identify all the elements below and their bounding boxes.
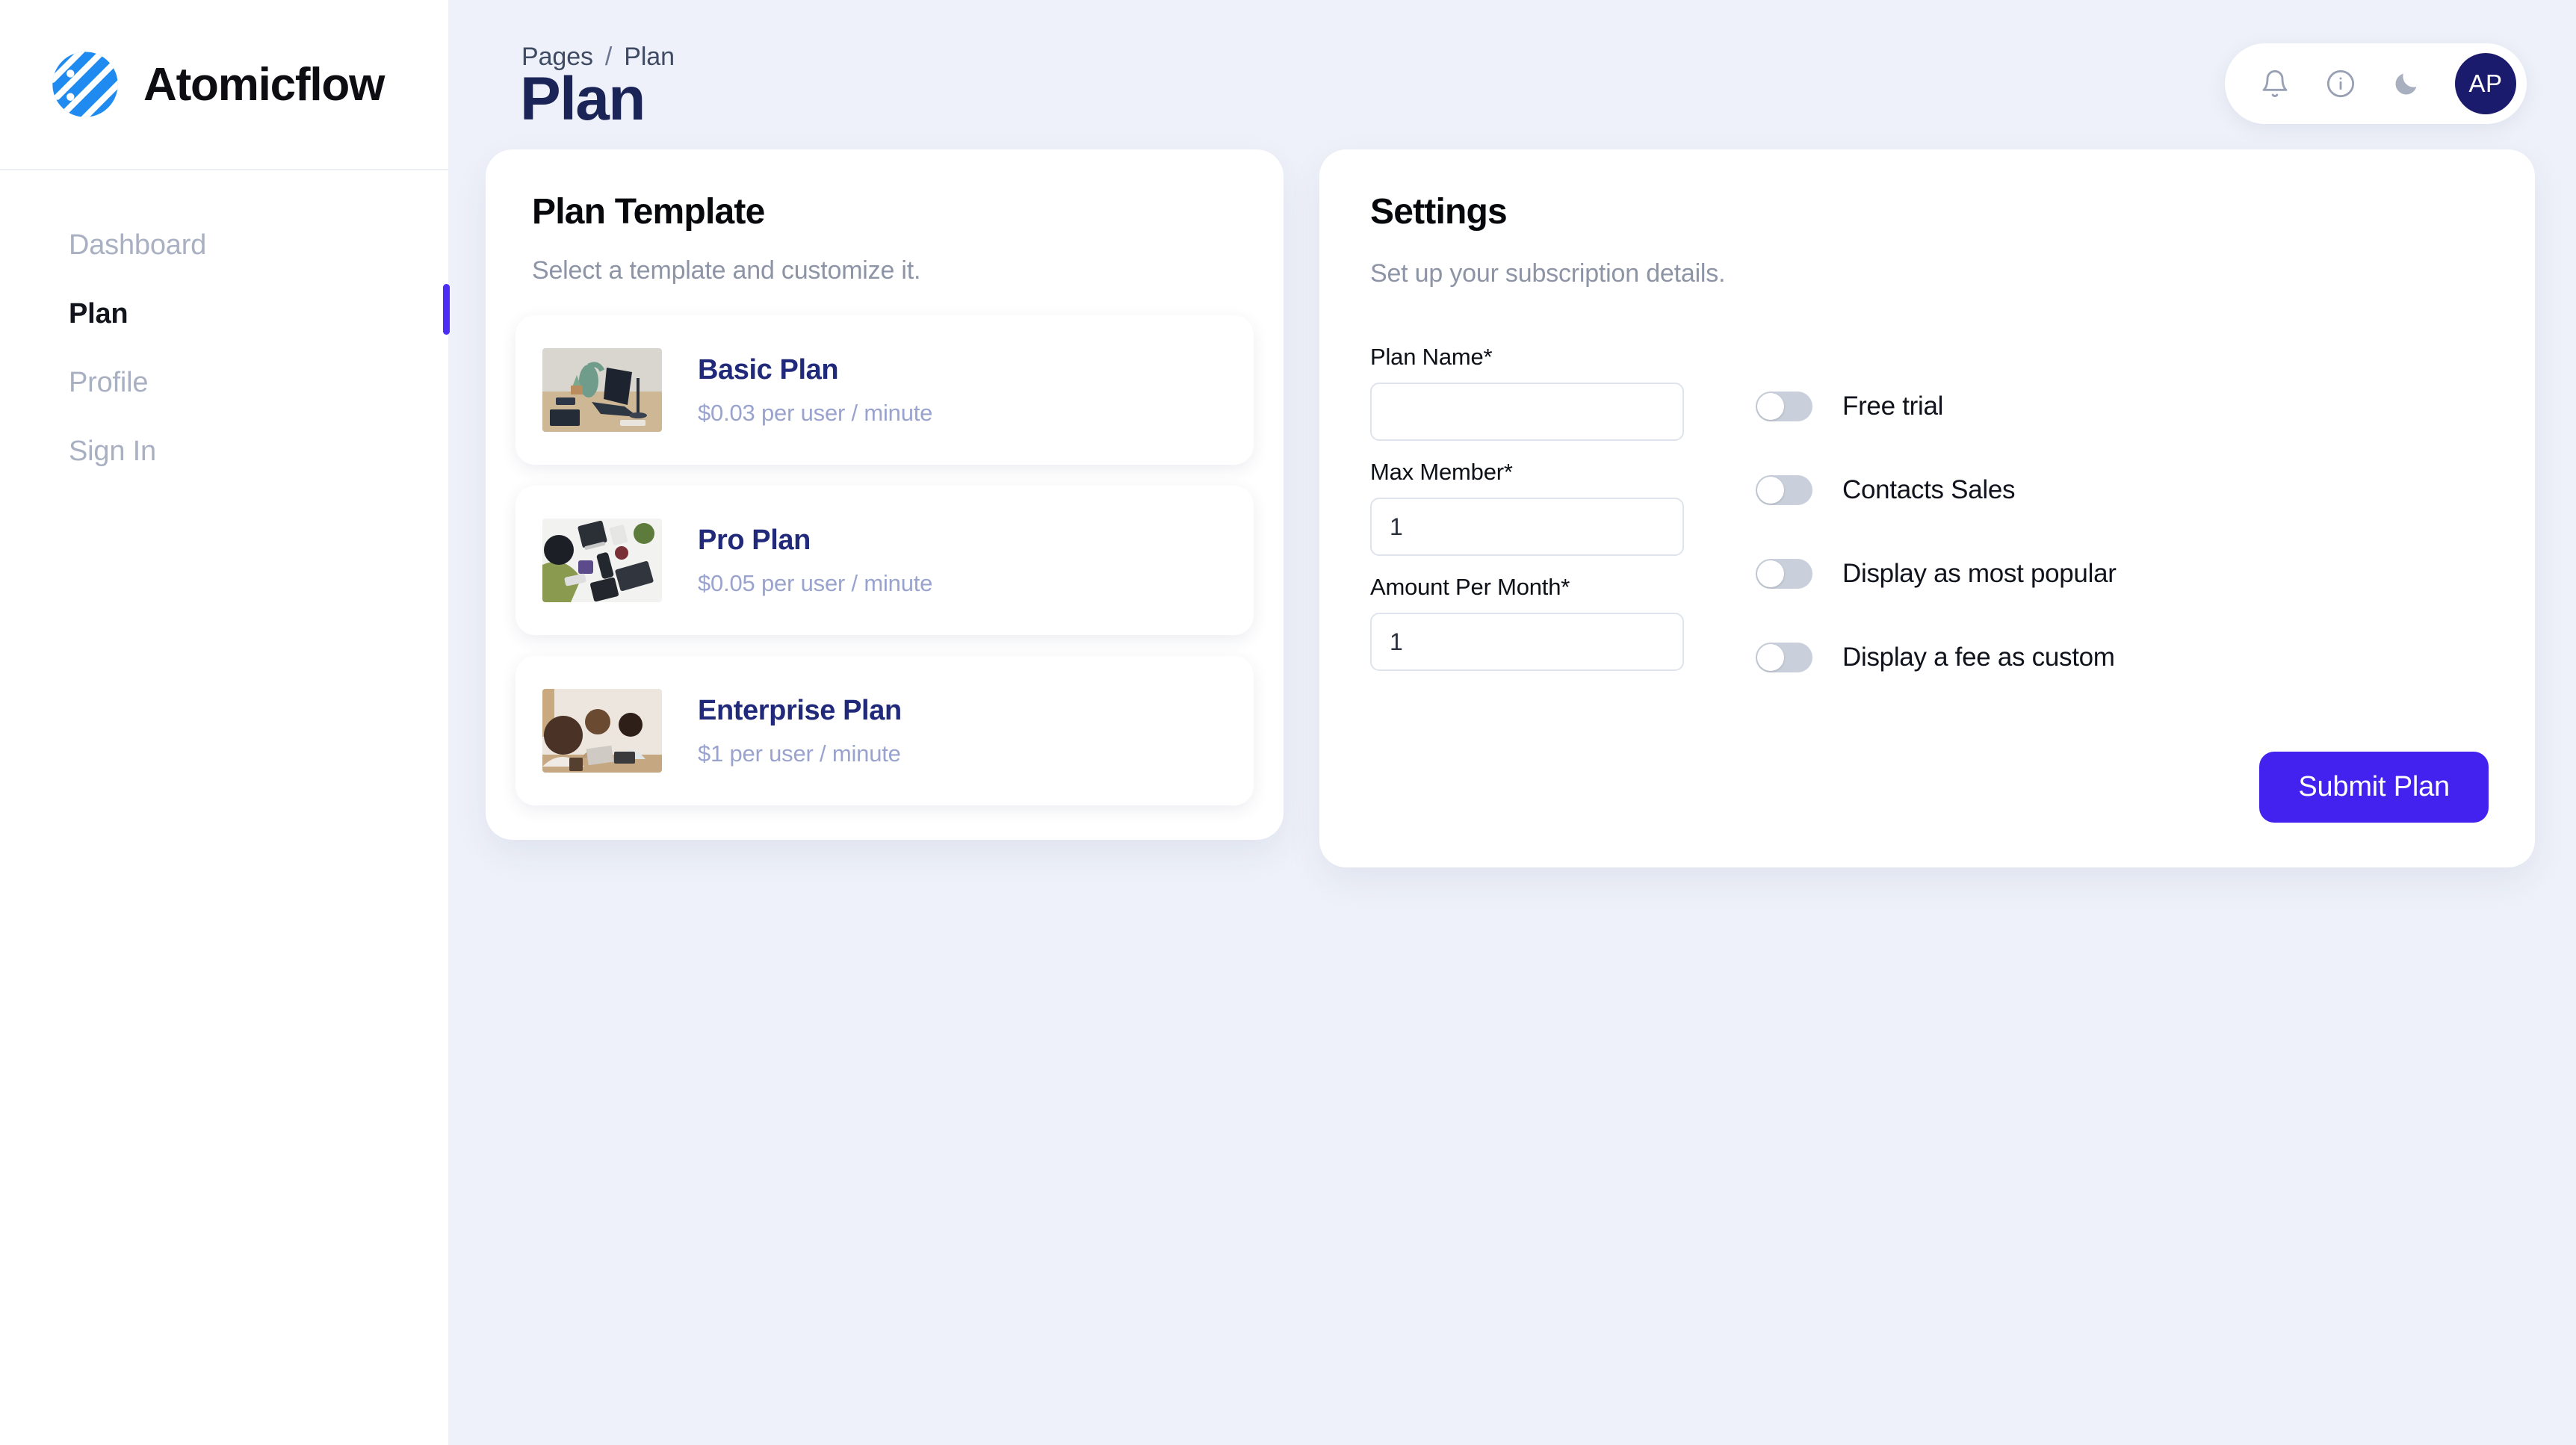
plan-price: $0.03 per user / minute	[698, 399, 933, 426]
gadgets-flatlay-photo	[542, 519, 662, 602]
toggle-label: Display as most popular	[1842, 559, 2117, 588]
brand-header[interactable]: Atomicflow	[0, 0, 448, 170]
settings-toggles: Free trial Contacts Sales Display as mos…	[1729, 344, 2496, 699]
active-indicator	[443, 284, 450, 335]
plan-template-title: Plan Template	[532, 192, 765, 232]
page-title: Plan	[520, 65, 645, 133]
plan-text: Basic Plan $0.03 per user / minute	[698, 354, 932, 427]
plan-name: Basic Plan	[698, 353, 839, 386]
panels-container: Plan Template Select a template and cust…	[486, 149, 2535, 867]
settings-fields: Plan Name* Max Member* Amount Per Month*	[1349, 344, 1729, 699]
plan-price: $1 per user / minute	[698, 740, 901, 767]
settings-title: Settings	[1370, 192, 1508, 232]
toggle-contacts-sales[interactable]	[1756, 475, 1812, 505]
settings-card: Settings Set up your subscription detail…	[1319, 149, 2535, 867]
sidebar-item-label: Profile	[69, 366, 149, 398]
main-content: Pages / Plan Plan AP Plan Template Selec…	[448, 0, 2576, 1445]
toggle-display-fee-custom[interactable]	[1756, 643, 1812, 672]
sidebar-item-label: Dashboard	[69, 229, 207, 261]
plan-list: Basic Plan $0.03 per user / minute Pro P…	[515, 315, 1254, 805]
workspace-desk-photo	[542, 348, 662, 432]
plan-option-basic[interactable]: Basic Plan $0.03 per user / minute	[515, 315, 1254, 465]
avatar-initials: AP	[2468, 69, 2503, 97]
sidebar-nav: Dashboard Plan Profile Sign In	[0, 170, 450, 486]
toggle-knob	[1757, 477, 1784, 504]
toggle-free-trial[interactable]	[1756, 392, 1812, 421]
bell-icon[interactable]	[2258, 66, 2292, 101]
submit-row: Submit Plan	[1349, 752, 2496, 823]
toggle-row-most-popular: Display as most popular	[1756, 532, 2496, 616]
app-root: Atomicflow Dashboard Plan Profile Sign I…	[0, 0, 2576, 1445]
plan-name: Enterprise Plan	[698, 694, 902, 726]
toggle-row-fee-custom: Display a fee as custom	[1756, 616, 2496, 699]
plan-option-pro[interactable]: Pro Plan $0.05 per user / minute	[515, 486, 1254, 635]
max-member-label: Max Member*	[1370, 459, 1513, 485]
toggle-label: Contacts Sales	[1842, 475, 2016, 504]
field-amount-per-month: Amount Per Month*	[1370, 574, 1729, 671]
amount-per-month-input[interactable]	[1370, 613, 1684, 671]
team-meeting-photo	[542, 689, 662, 773]
plan-name-label: Plan Name*	[1370, 344, 1493, 370]
sidebar-item-profile[interactable]: Profile	[0, 348, 448, 417]
plan-option-enterprise[interactable]: Enterprise Plan $1 per user / minute	[515, 656, 1254, 805]
info-circle-icon[interactable]	[2323, 66, 2358, 101]
plan-template-card: Plan Template Select a template and cust…	[486, 149, 1284, 840]
plan-template-subtitle: Select a template and customize it.	[532, 256, 921, 285]
avatar[interactable]: AP	[2455, 53, 2516, 114]
submit-plan-button[interactable]: Submit Plan	[2259, 752, 2489, 823]
plan-text: Enterprise Plan $1 per user / minute	[698, 695, 902, 767]
plan-name: Pro Plan	[698, 524, 811, 556]
toggle-display-most-popular[interactable]	[1756, 559, 1812, 589]
plan-price: $0.05 per user / minute	[698, 569, 933, 596]
plan-text: Pro Plan $0.05 per user / minute	[698, 525, 932, 597]
field-max-member: Max Member*	[1370, 459, 1729, 556]
sidebar-item-label: Sign In	[69, 435, 156, 467]
toggle-row-contacts-sales: Contacts Sales	[1756, 448, 2496, 532]
max-member-input[interactable]	[1370, 498, 1684, 556]
sidebar-item-label: Plan	[69, 297, 129, 329]
plan-name-input[interactable]	[1370, 383, 1684, 441]
toggle-label: Free trial	[1842, 392, 1944, 421]
toggle-knob	[1757, 393, 1784, 420]
sidebar-item-dashboard[interactable]: Dashboard	[0, 211, 448, 279]
settings-subtitle: Set up your subscription details.	[1370, 259, 1726, 288]
settings-body: Plan Name* Max Member* Amount Per Month*	[1349, 344, 2496, 699]
toggle-row-free-trial: Free trial	[1756, 365, 2496, 448]
topbar: Pages / Plan Plan AP	[448, 0, 2576, 164]
sidebar-item-plan[interactable]: Plan	[0, 279, 450, 348]
globe-stripes-icon	[52, 52, 118, 117]
field-plan-name: Plan Name*	[1370, 344, 1729, 441]
toggle-knob	[1757, 560, 1784, 587]
toggle-knob	[1757, 644, 1784, 671]
amount-per-month-label: Amount Per Month*	[1370, 574, 1570, 600]
user-actions-pill: AP	[2225, 43, 2527, 124]
brand-name: Atomicflow	[143, 58, 385, 111]
sidebar-item-sign-in[interactable]: Sign In	[0, 417, 448, 486]
sidebar: Atomicflow Dashboard Plan Profile Sign I…	[0, 0, 450, 1445]
toggle-label: Display a fee as custom	[1842, 643, 2115, 672]
moon-icon[interactable]	[2389, 66, 2424, 101]
